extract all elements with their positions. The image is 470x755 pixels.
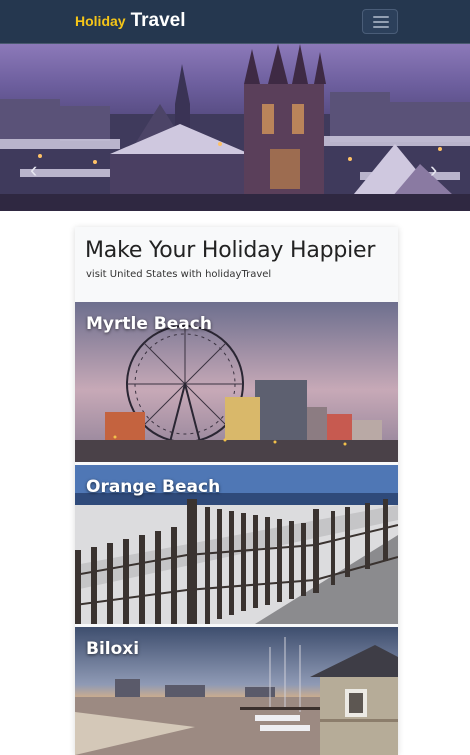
destination-tile-orange-beach[interactable]: Orange Beach — [75, 465, 398, 624]
destination-label: Biloxi — [86, 639, 140, 659]
hamburger-icon — [373, 21, 389, 23]
chevron-right-icon: › — [430, 157, 438, 182]
card-title: Make Your Holiday Happier — [85, 238, 376, 263]
hamburger-icon — [373, 26, 389, 28]
carousel-next-button[interactable]: › — [430, 159, 437, 181]
brand-main: Travel — [130, 10, 186, 31]
destination-label: Orange Beach — [86, 477, 221, 497]
menu-toggle-button[interactable] — [362, 9, 398, 34]
hero-image — [0, 44, 470, 211]
card-subtitle: visit United States with holidayTravel — [86, 269, 272, 280]
brand-highlight: Holiday — [75, 13, 126, 29]
brand-logo[interactable]: Holiday Travel — [75, 10, 186, 34]
carousel-prev-button[interactable]: ‹ — [30, 159, 37, 181]
navbar: Holiday Travel — [0, 0, 470, 44]
destination-tile-myrtle-beach[interactable]: Myrtle Beach — [75, 302, 398, 462]
destination-tile-biloxi[interactable]: Biloxi — [75, 627, 398, 755]
chevron-left-icon: ‹ — [30, 157, 38, 182]
hamburger-icon — [373, 16, 389, 18]
hero-carousel: ‹ › — [0, 44, 470, 211]
destination-label: Myrtle Beach — [86, 314, 212, 334]
destinations-card: Make Your Holiday Happier visit United S… — [75, 227, 398, 755]
